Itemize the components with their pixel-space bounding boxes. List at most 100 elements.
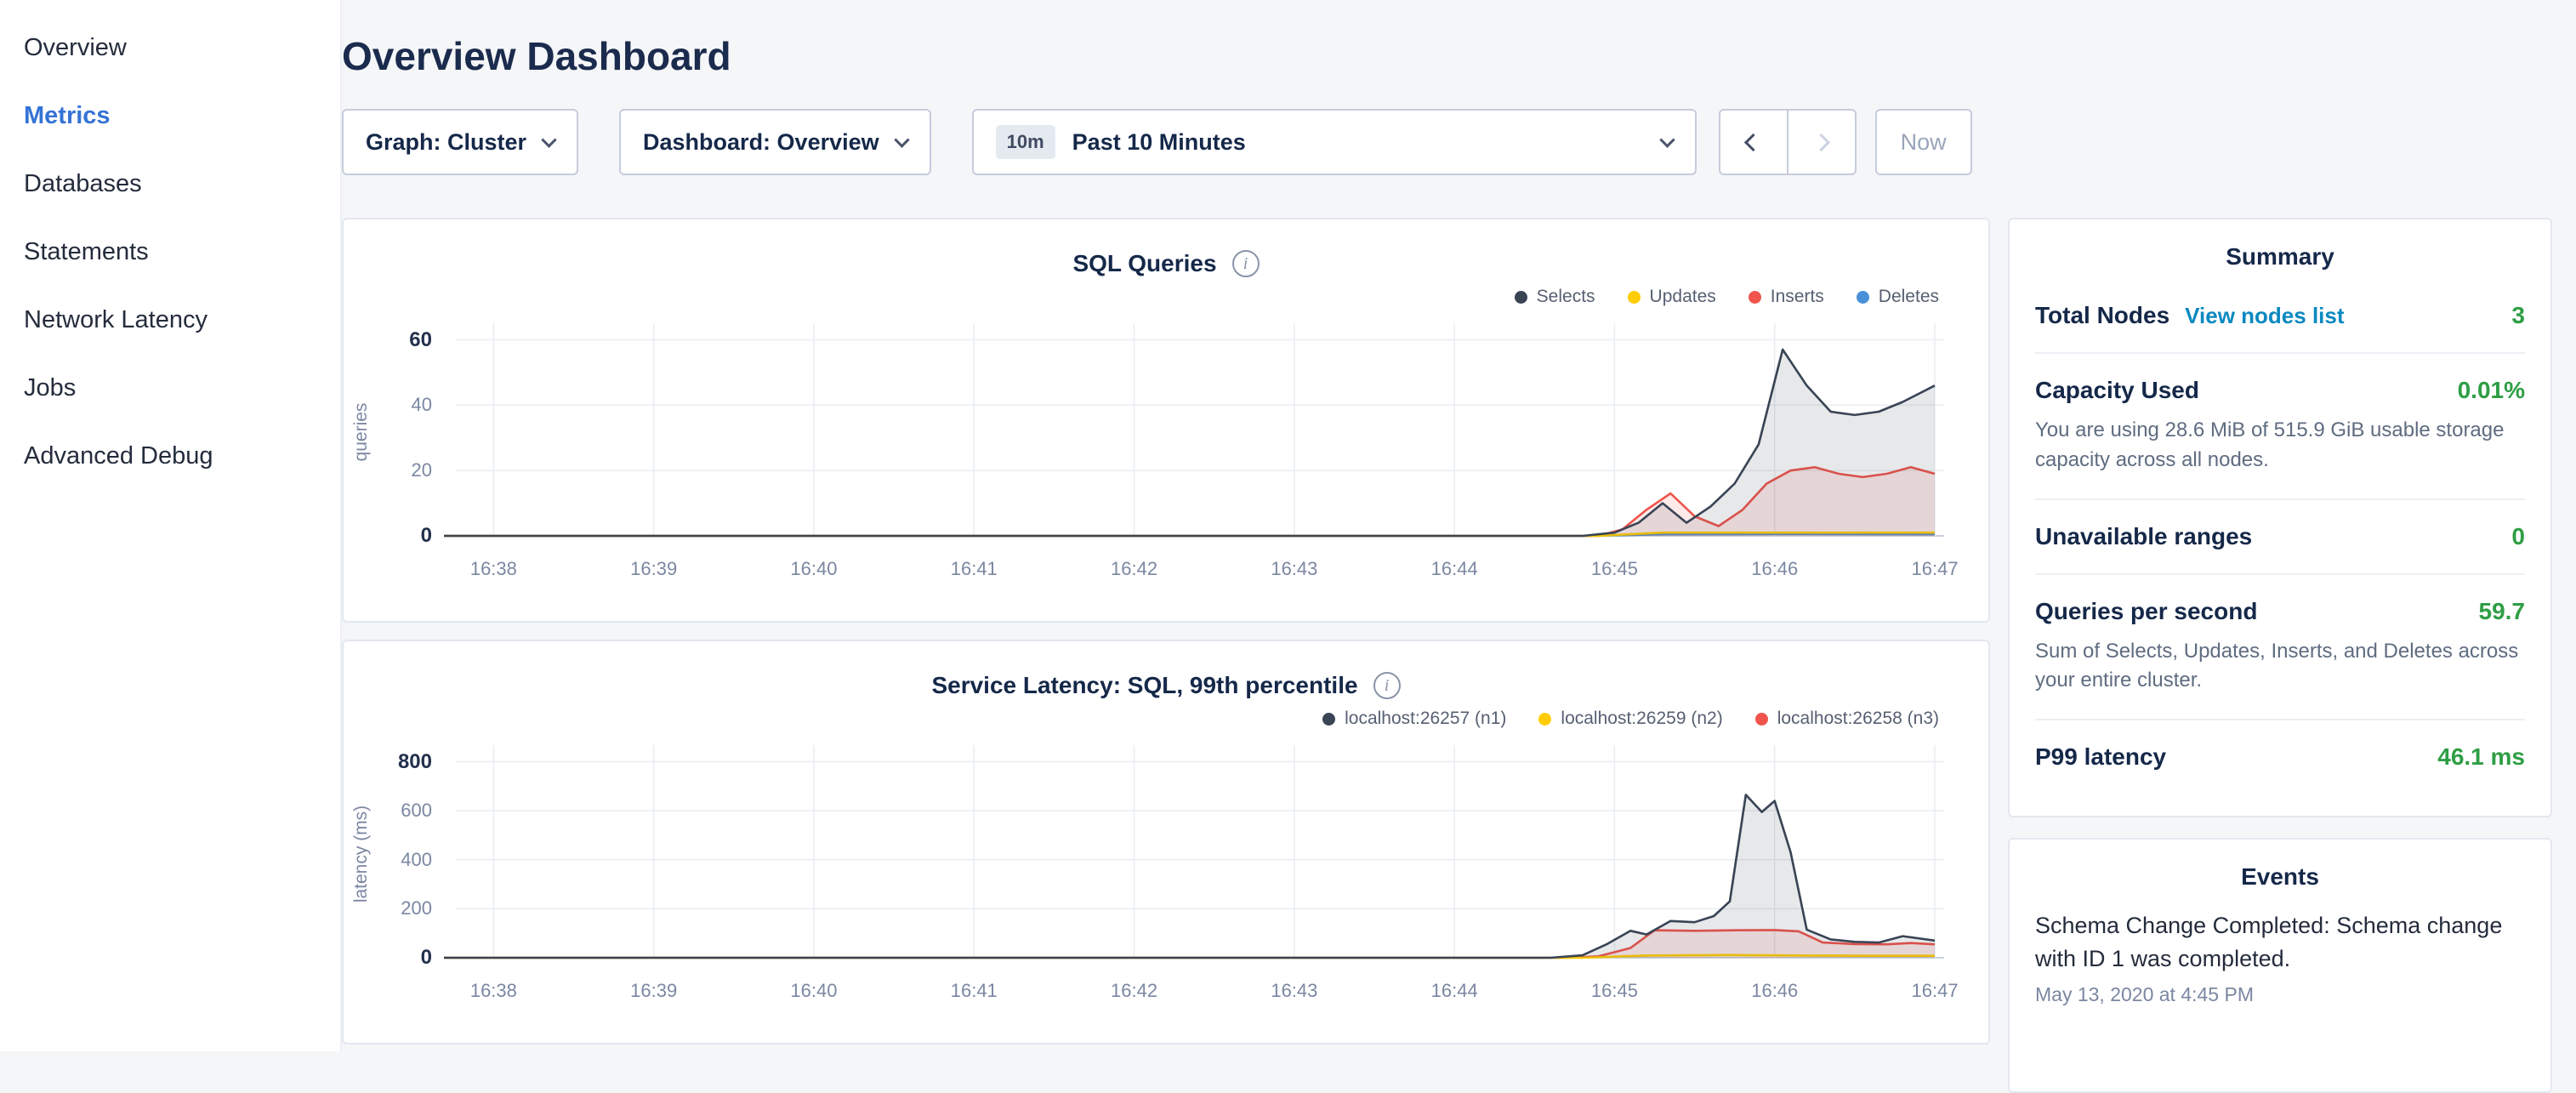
time-pager <box>1719 109 1857 175</box>
y-axis-title: latency (ms) <box>351 806 372 902</box>
legend-label: Deletes <box>1879 287 1939 307</box>
summary-label: Total Nodes <box>2035 302 2169 329</box>
x-axis-tick-label: 16:43 <box>1271 980 1317 1002</box>
chart-header: SQL Queries <box>344 219 1988 277</box>
x-axis-tick-label: 16:42 <box>1111 980 1157 1002</box>
dashboard-dropdown-label: Dashboard: Overview <box>643 129 879 156</box>
x-axis-tick-label: 16:43 <box>1271 558 1317 580</box>
y-axis-ticks: 0 20 40 60 <box>379 316 444 548</box>
dashboard-dropdown[interactable]: Dashboard: Overview <box>619 109 931 175</box>
service-latency-chart-card: Service Latency: SQL, 99th percentile lo… <box>342 640 1990 1045</box>
y-axis-tick-label: 60 <box>409 328 432 352</box>
y-axis-tick-label: 20 <box>412 459 432 481</box>
info-icon[interactable] <box>1373 672 1401 699</box>
x-axis-tick-label: 16:42 <box>1111 558 1157 580</box>
chevron-down-icon <box>894 132 909 147</box>
summary-row-header: Unavailable ranges 0 <box>2035 523 2525 550</box>
events-list: Schema Change Completed: Schema change w… <box>2035 909 2525 1006</box>
sidebar-nav-list: OverviewMetricsDatabasesStatementsNetwor… <box>0 14 340 490</box>
summary-panel: Summary Total Nodes View nodes list 3 Capac… <box>2008 218 2552 817</box>
summary-value: 0 <box>2511 523 2525 550</box>
legend-item: Updates <box>1628 287 1716 307</box>
event-timestamp: May 13, 2020 at 4:45 PM <box>2035 983 2525 1006</box>
x-axis-tick-label: 16:41 <box>951 980 998 1002</box>
sidebar-item-databases[interactable]: Databases <box>0 150 340 218</box>
x-axis-ticks: 16:3816:3916:4016:4116:4216:4316:4416:45… <box>444 970 1949 1007</box>
chart-title: Service Latency: SQL, 99th percentile <box>931 672 1357 699</box>
y-axis-ticks: 0200400600800 <box>379 738 444 970</box>
x-axis-tick-label: 16:46 <box>1751 980 1798 1002</box>
now-button[interactable]: Now <box>1875 109 1972 175</box>
legend-item: localhost:26258 (n3) <box>1755 709 1939 729</box>
chevron-left-icon <box>1744 133 1762 151</box>
sidebar-item-advanced-debug[interactable]: Advanced Debug <box>0 422 340 490</box>
dashboard-controls: Graph: Cluster Dashboard: Overview 10m P… <box>342 109 1990 175</box>
x-axis-ticks: 16:3816:3916:4016:4116:4216:4316:4416:45… <box>444 548 1949 585</box>
sql-queries-chart-card: SQL Queries Selects Updates Inserts Deletes… <box>342 218 1990 623</box>
x-axis-tick-label: 16:46 <box>1751 558 1798 580</box>
sidebar-item-statements[interactable]: Statements <box>0 218 340 286</box>
main-content: Overview Dashboard Graph: Cluster Dashbo… <box>342 0 1990 1051</box>
x-axis-tick-label: 16:44 <box>1431 558 1478 580</box>
y-axis-title: queries <box>351 403 372 462</box>
events-panel: Events Schema Change Completed: Schema c… <box>2008 838 2552 1093</box>
time-back-button[interactable] <box>1719 109 1788 175</box>
legend-item: localhost:26259 (n2) <box>1538 709 1722 729</box>
chart-plot <box>444 316 1949 548</box>
legend-dot-icon <box>1515 291 1527 304</box>
x-axis-tick-label: 16:39 <box>630 558 677 580</box>
sidebar: OverviewMetricsDatabasesStatementsNetwor… <box>0 0 342 1051</box>
x-axis-tick-label: 16:40 <box>790 558 837 580</box>
time-range-dropdown[interactable]: 10m Past 10 Minutes <box>972 109 1697 175</box>
summary-value: 59.7 <box>2479 598 2526 625</box>
summary-title: Summary <box>2035 243 2525 270</box>
x-axis-tick-label: 16:47 <box>1912 558 1959 580</box>
legend-item: Inserts <box>1749 287 1824 307</box>
legend-item: Deletes <box>1857 287 1939 307</box>
time-range-badge: 10m <box>996 125 1055 159</box>
chart-title: SQL Queries <box>1072 250 1216 277</box>
event-text: Schema Change Completed: Schema change w… <box>2035 909 2525 975</box>
graph-dropdown-label: Graph: Cluster <box>366 129 526 156</box>
summary-description: Sum of Selects, Updates, Inserts, and De… <box>2035 637 2525 697</box>
legend-dot-icon <box>1538 713 1551 726</box>
legend-dot-icon <box>1749 291 1761 304</box>
sidebar-item-metrics[interactable]: Metrics <box>0 82 340 150</box>
events-title: Events <box>2035 863 2525 891</box>
page-title: Overview Dashboard <box>342 32 1990 80</box>
summary-row-header: P99 latency46.1 ms <box>2035 743 2525 771</box>
sidebar-item-jobs[interactable]: Jobs <box>0 354 340 422</box>
y-axis-tick-label: 40 <box>412 394 432 416</box>
y-axis-tick-label: 0 <box>421 946 432 970</box>
time-forward-button[interactable] <box>1787 109 1857 175</box>
summary-rows: Total Nodes View nodes list 3 Capacity Used… <box>2035 279 2525 794</box>
summary-description: You are using 28.6 MiB of 515.9 GiB usab… <box>2035 416 2525 475</box>
legend-label: localhost:26259 (n2) <box>1561 709 1722 729</box>
legend-item: Selects <box>1515 287 1595 307</box>
summary-value: 3 <box>2511 302 2525 329</box>
chart-plot-area: queries 0204060 16:3816:3916:4016:4116:4… <box>344 316 1988 585</box>
summary-row: P99 latency46.1 ms <box>2035 719 2525 794</box>
legend-label: Selects <box>1537 287 1595 307</box>
x-axis-tick-label: 16:39 <box>630 980 677 1002</box>
sidebar-item-network-latency[interactable]: Network Latency <box>0 286 340 354</box>
summary-label: Unavailable ranges <box>2035 523 2252 550</box>
x-axis-tick-label: 16:41 <box>951 558 998 580</box>
charts-column: SQL Queries Selects Updates Inserts Deletes… <box>342 218 1990 1045</box>
sidebar-item-overview[interactable]: Overview <box>0 14 340 82</box>
y-axis-tick-label: 0 <box>421 524 432 548</box>
summary-value: 46.1 ms <box>2437 743 2525 771</box>
info-icon[interactable] <box>1232 250 1260 277</box>
graph-dropdown[interactable]: Graph: Cluster <box>342 109 578 175</box>
event-item: Schema Change Completed: Schema change w… <box>2035 909 2525 1006</box>
x-axis-tick-label: 16:44 <box>1431 980 1478 1002</box>
chart-legend: Selects Updates Inserts Deletes <box>344 282 1939 311</box>
x-axis-tick-label: 16:45 <box>1591 980 1638 1002</box>
y-axis-tick-label: 400 <box>401 849 432 871</box>
view-nodes-list-link[interactable]: View nodes list <box>2185 303 2344 329</box>
chart-plot-area: latency (ms) 0200400600800 16:3816:3916:… <box>344 738 1988 1007</box>
summary-row: Capacity Used0.01%You are using 28.6 MiB… <box>2035 352 2525 498</box>
chevron-right-icon <box>1812 133 1830 151</box>
y-axis-tick-label: 600 <box>401 800 432 822</box>
legend-label: localhost:26258 (n3) <box>1777 709 1939 729</box>
